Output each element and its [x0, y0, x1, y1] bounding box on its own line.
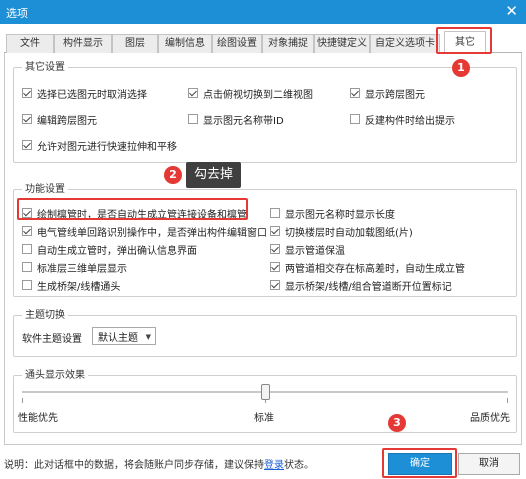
checkbox-label: 点击俯视切换到二维视图 [203, 89, 313, 101]
tab-component-display[interactable]: 构件显示 [54, 34, 112, 53]
checkbox-box[interactable] [22, 226, 32, 236]
checkbox-auto-riser-elevation[interactable]: 两管道相交存在标高差时，自动生成立管 [270, 260, 465, 275]
checkbox-label: 选择已选图元时取消选择 [37, 89, 147, 101]
checkbox-box[interactable] [270, 244, 280, 254]
checkbox-label: 标准层三维单层显示 [37, 263, 127, 275]
checkbox-label: 反建构件时给出提示 [365, 115, 455, 127]
checkbox-auto-riser[interactable]: 绘制檩管时，是否自动生成立管连接设备和檩管 [22, 206, 247, 221]
checkbox-label: 生成桥架/线槽通头 [37, 281, 121, 293]
checkbox-box[interactable] [188, 114, 198, 124]
tab-file[interactable]: 文件 [6, 34, 54, 53]
tab-draw-settings[interactable]: 绘图设置 [212, 34, 262, 53]
chevron-down-icon: ▼ [145, 333, 151, 341]
cancel-button[interactable]: 取消 [458, 453, 520, 475]
tab-bar: 文件 构件显示 图层 编制信息 绘图设置 对象捕捉 快捷键定义 自定义选项卡 其… [4, 31, 522, 54]
tab-object-snap[interactable]: 对象捕捉 [262, 34, 314, 53]
checkbox-break-mark[interactable]: 显示桥架/线槽/组合管道断开位置标记 [270, 278, 452, 293]
fitting-display-group: 通头显示效果 性能优先 标准 品质优先 [13, 369, 517, 433]
theme-label: 软件主题设置 [22, 334, 82, 345]
tab-custom-tabs[interactable]: 自定义选项卡 [370, 34, 440, 53]
ok-button[interactable]: 确定 [388, 453, 452, 475]
checkbox-box[interactable] [270, 226, 280, 236]
footer-note-suffix: 状态。 [284, 460, 314, 471]
checkbox-label: 显示图元名称带ID [203, 115, 284, 127]
theme-title: 主题切换 [22, 309, 68, 322]
checkbox-box[interactable] [270, 280, 280, 290]
checkbox-quick-stretch[interactable]: 允许对图元进行快速拉伸和平移 [22, 138, 177, 153]
checkbox-label: 自动生成立管时，弹出确认信息界面 [37, 245, 197, 257]
checkbox-riser-confirm[interactable]: 自动生成立管时，弹出确认信息界面 [22, 242, 197, 257]
checkbox-box[interactable] [22, 280, 32, 290]
checkbox-label: 切换楼层时自动加载图纸(片) [285, 227, 413, 239]
checkbox-edit-cross-layer[interactable]: 编辑跨层图元 [22, 112, 97, 127]
checkbox-autoload-drawing[interactable]: 切换楼层时自动加载图纸(片) [270, 224, 413, 239]
checkbox-box[interactable] [22, 244, 32, 254]
annotation-tooltip: 勾去掉 [186, 162, 242, 188]
checkbox-box[interactable] [22, 262, 32, 272]
checkbox-box[interactable] [350, 114, 360, 124]
checkbox-label: 两管道相交存在标高差时，自动生成立管 [285, 263, 465, 275]
checkbox-box[interactable] [22, 88, 32, 98]
step-badge-3: 3 [388, 414, 406, 432]
other-settings-group: 其它设置 选择已选图元时取消选择 点击俯视切换到二维视图 显示跨层图元 编辑跨层… [13, 61, 517, 163]
checkbox-circuit-edit-window[interactable]: 电气管线单回路识别操作中，是否弹出构件编辑窗口 [22, 224, 267, 239]
checkbox-label: 允许对图元进行快速拉伸和平移 [37, 141, 177, 153]
slider-left-label: 性能优先 [18, 413, 58, 424]
checkbox-label: 显示桥架/线槽/组合管道断开位置标记 [285, 281, 452, 293]
checkbox-label: 电气管线单回路识别操作中，是否弹出构件编辑窗口 [37, 227, 267, 239]
footer-note-prefix: 说明：此对话框中的数据，将会随账户同步存储，建议保持 [4, 460, 264, 471]
checkbox-reverse-build-prompt[interactable]: 反建构件时给出提示 [350, 112, 455, 127]
checkbox-cancel-selection[interactable]: 选择已选图元时取消选择 [22, 86, 147, 101]
title-bar: 选项 ✕ [0, 0, 526, 24]
tab-shortcut-keys[interactable]: 快捷键定义 [314, 34, 370, 53]
window-title: 选项 [6, 7, 28, 20]
close-icon[interactable]: ✕ [505, 3, 518, 19]
checkbox-tray-fitting[interactable]: 生成桥架/线槽通头 [22, 278, 121, 293]
checkbox-show-length[interactable]: 显示图元名称时显示长度 [270, 206, 395, 221]
fitting-display-title: 通头显示效果 [22, 369, 88, 382]
theme-select[interactable]: 默认主题 ▼ [92, 327, 156, 345]
checkbox-switch-2d[interactable]: 点击俯视切换到二维视图 [188, 86, 313, 101]
step-badge-2: 2 [164, 166, 182, 184]
function-settings-title: 功能设置 [22, 183, 68, 196]
options-panel: 其它设置 选择已选图元时取消选择 点击俯视切换到二维视图 显示跨层图元 编辑跨层… [4, 53, 522, 445]
checkbox-box[interactable] [188, 88, 198, 98]
checkbox-box[interactable] [22, 114, 32, 124]
slider-tick [22, 398, 23, 403]
checkbox-box[interactable] [270, 262, 280, 272]
checkbox-box[interactable] [22, 208, 32, 218]
theme-selected-value: 默认主题 [98, 332, 138, 344]
theme-group: 主题切换 软件主题设置 默认主题 ▼ [13, 309, 517, 357]
checkbox-label: 显示管道保温 [285, 245, 345, 257]
quality-slider-thumb[interactable] [261, 384, 270, 400]
slider-tick [507, 398, 508, 403]
footer-note: 说明：此对话框中的数据，将会随账户同步存储，建议保持登录状态。 [4, 456, 314, 471]
checkbox-label: 显示跨层图元 [365, 89, 425, 101]
checkbox-show-name-id[interactable]: 显示图元名称带ID [188, 112, 284, 127]
checkbox-label: 编辑跨层图元 [37, 115, 97, 127]
checkbox-pipe-insulation[interactable]: 显示管道保温 [270, 242, 345, 257]
checkbox-box[interactable] [22, 140, 32, 150]
function-settings-group: 功能设置 绘制檩管时，是否自动生成立管连接设备和檩管 显示图元名称时显示长度 电… [13, 183, 517, 297]
checkbox-standard-floor-3d[interactable]: 标准层三维单层显示 [22, 260, 127, 275]
checkbox-box[interactable] [270, 208, 280, 218]
slider-mid-label: 标准 [254, 413, 274, 424]
checkbox-label: 绘制檩管时，是否自动生成立管连接设备和檩管 [37, 209, 247, 221]
step-badge-1: 1 [452, 59, 470, 77]
checkbox-show-cross-layer[interactable]: 显示跨层图元 [350, 86, 425, 101]
slider-right-label: 品质优先 [470, 413, 510, 424]
tab-layer[interactable]: 图层 [112, 34, 158, 53]
checkbox-box[interactable] [350, 88, 360, 98]
tab-compile-info[interactable]: 编制信息 [158, 34, 212, 53]
checkbox-label: 显示图元名称时显示长度 [285, 209, 395, 221]
tab-other[interactable]: 其它 [444, 31, 486, 54]
other-settings-title: 其它设置 [22, 61, 68, 74]
login-link[interactable]: 登录 [264, 460, 284, 471]
